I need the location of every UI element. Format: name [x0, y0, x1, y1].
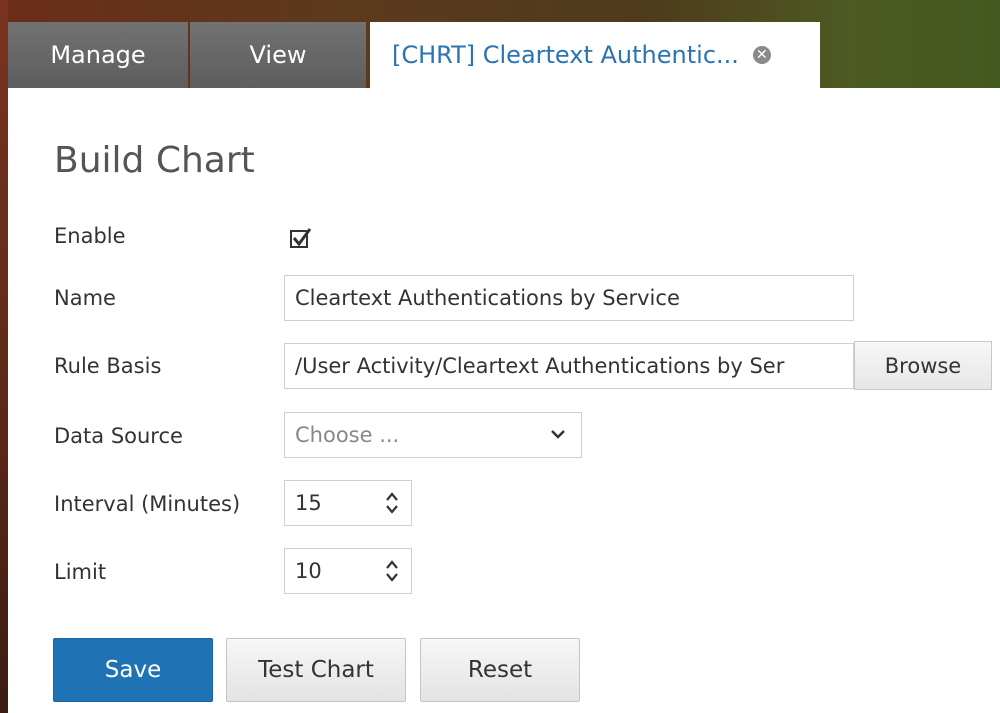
stepper-arrows-icon[interactable]: [383, 490, 401, 516]
browse-button-label: Browse: [884, 353, 962, 378]
data-source-placeholder: Choose ...: [295, 423, 400, 447]
rule-basis-field-value: /User Activity/Cleartext Authentications…: [295, 354, 785, 378]
chevron-down-icon: [551, 430, 565, 439]
page-title: Build Chart: [54, 140, 255, 181]
tab-view[interactable]: View: [190, 22, 366, 88]
test-chart-button[interactable]: Test Chart: [226, 638, 406, 702]
limit-label: Limit: [54, 560, 107, 584]
interval-label: Interval (Minutes): [54, 492, 241, 516]
enable-checkbox[interactable]: [288, 225, 314, 251]
data-source-label: Data Source: [54, 424, 183, 448]
interval-value: 15: [295, 491, 322, 515]
name-field[interactable]: Cleartext Authentications by Service: [284, 275, 854, 321]
tab-chart-active[interactable]: [CHRT] Cleartext Authentic... ✕: [370, 22, 820, 88]
limit-value: 10: [295, 559, 322, 583]
tab-chart-label: [CHRT] Cleartext Authentic...: [392, 41, 739, 69]
browse-button[interactable]: Browse: [854, 341, 992, 390]
stepper-arrows-icon[interactable]: [383, 558, 401, 584]
rule-basis-field[interactable]: /User Activity/Cleartext Authentications…: [284, 343, 854, 389]
window-frame: Manage View [CHRT] Cleartext Authentic..…: [0, 0, 1000, 713]
left-border: [0, 0, 8, 713]
tab-view-label: View: [249, 41, 307, 69]
save-button-label: Save: [104, 657, 162, 683]
interval-stepper[interactable]: 15: [284, 480, 412, 526]
close-icon[interactable]: ✕: [752, 46, 771, 64]
name-field-value: Cleartext Authentications by Service: [295, 286, 680, 310]
tab-manage-label: Manage: [50, 41, 146, 69]
build-chart-panel: Build Chart Enable Name Cleartext Authen…: [8, 88, 1000, 713]
reset-button-label: Reset: [467, 657, 533, 683]
limit-stepper[interactable]: 10: [284, 548, 412, 594]
test-chart-button-label: Test Chart: [258, 657, 374, 683]
name-label: Name: [54, 286, 116, 310]
enable-label: Enable: [54, 224, 126, 248]
tab-manage[interactable]: Manage: [8, 22, 188, 88]
save-button[interactable]: Save: [53, 638, 213, 702]
tab-bar: Manage View [CHRT] Cleartext Authentic..…: [8, 0, 1000, 90]
rule-basis-label: Rule Basis: [54, 354, 162, 378]
reset-button[interactable]: Reset: [420, 638, 580, 702]
data-source-select[interactable]: Choose ...: [284, 412, 582, 458]
